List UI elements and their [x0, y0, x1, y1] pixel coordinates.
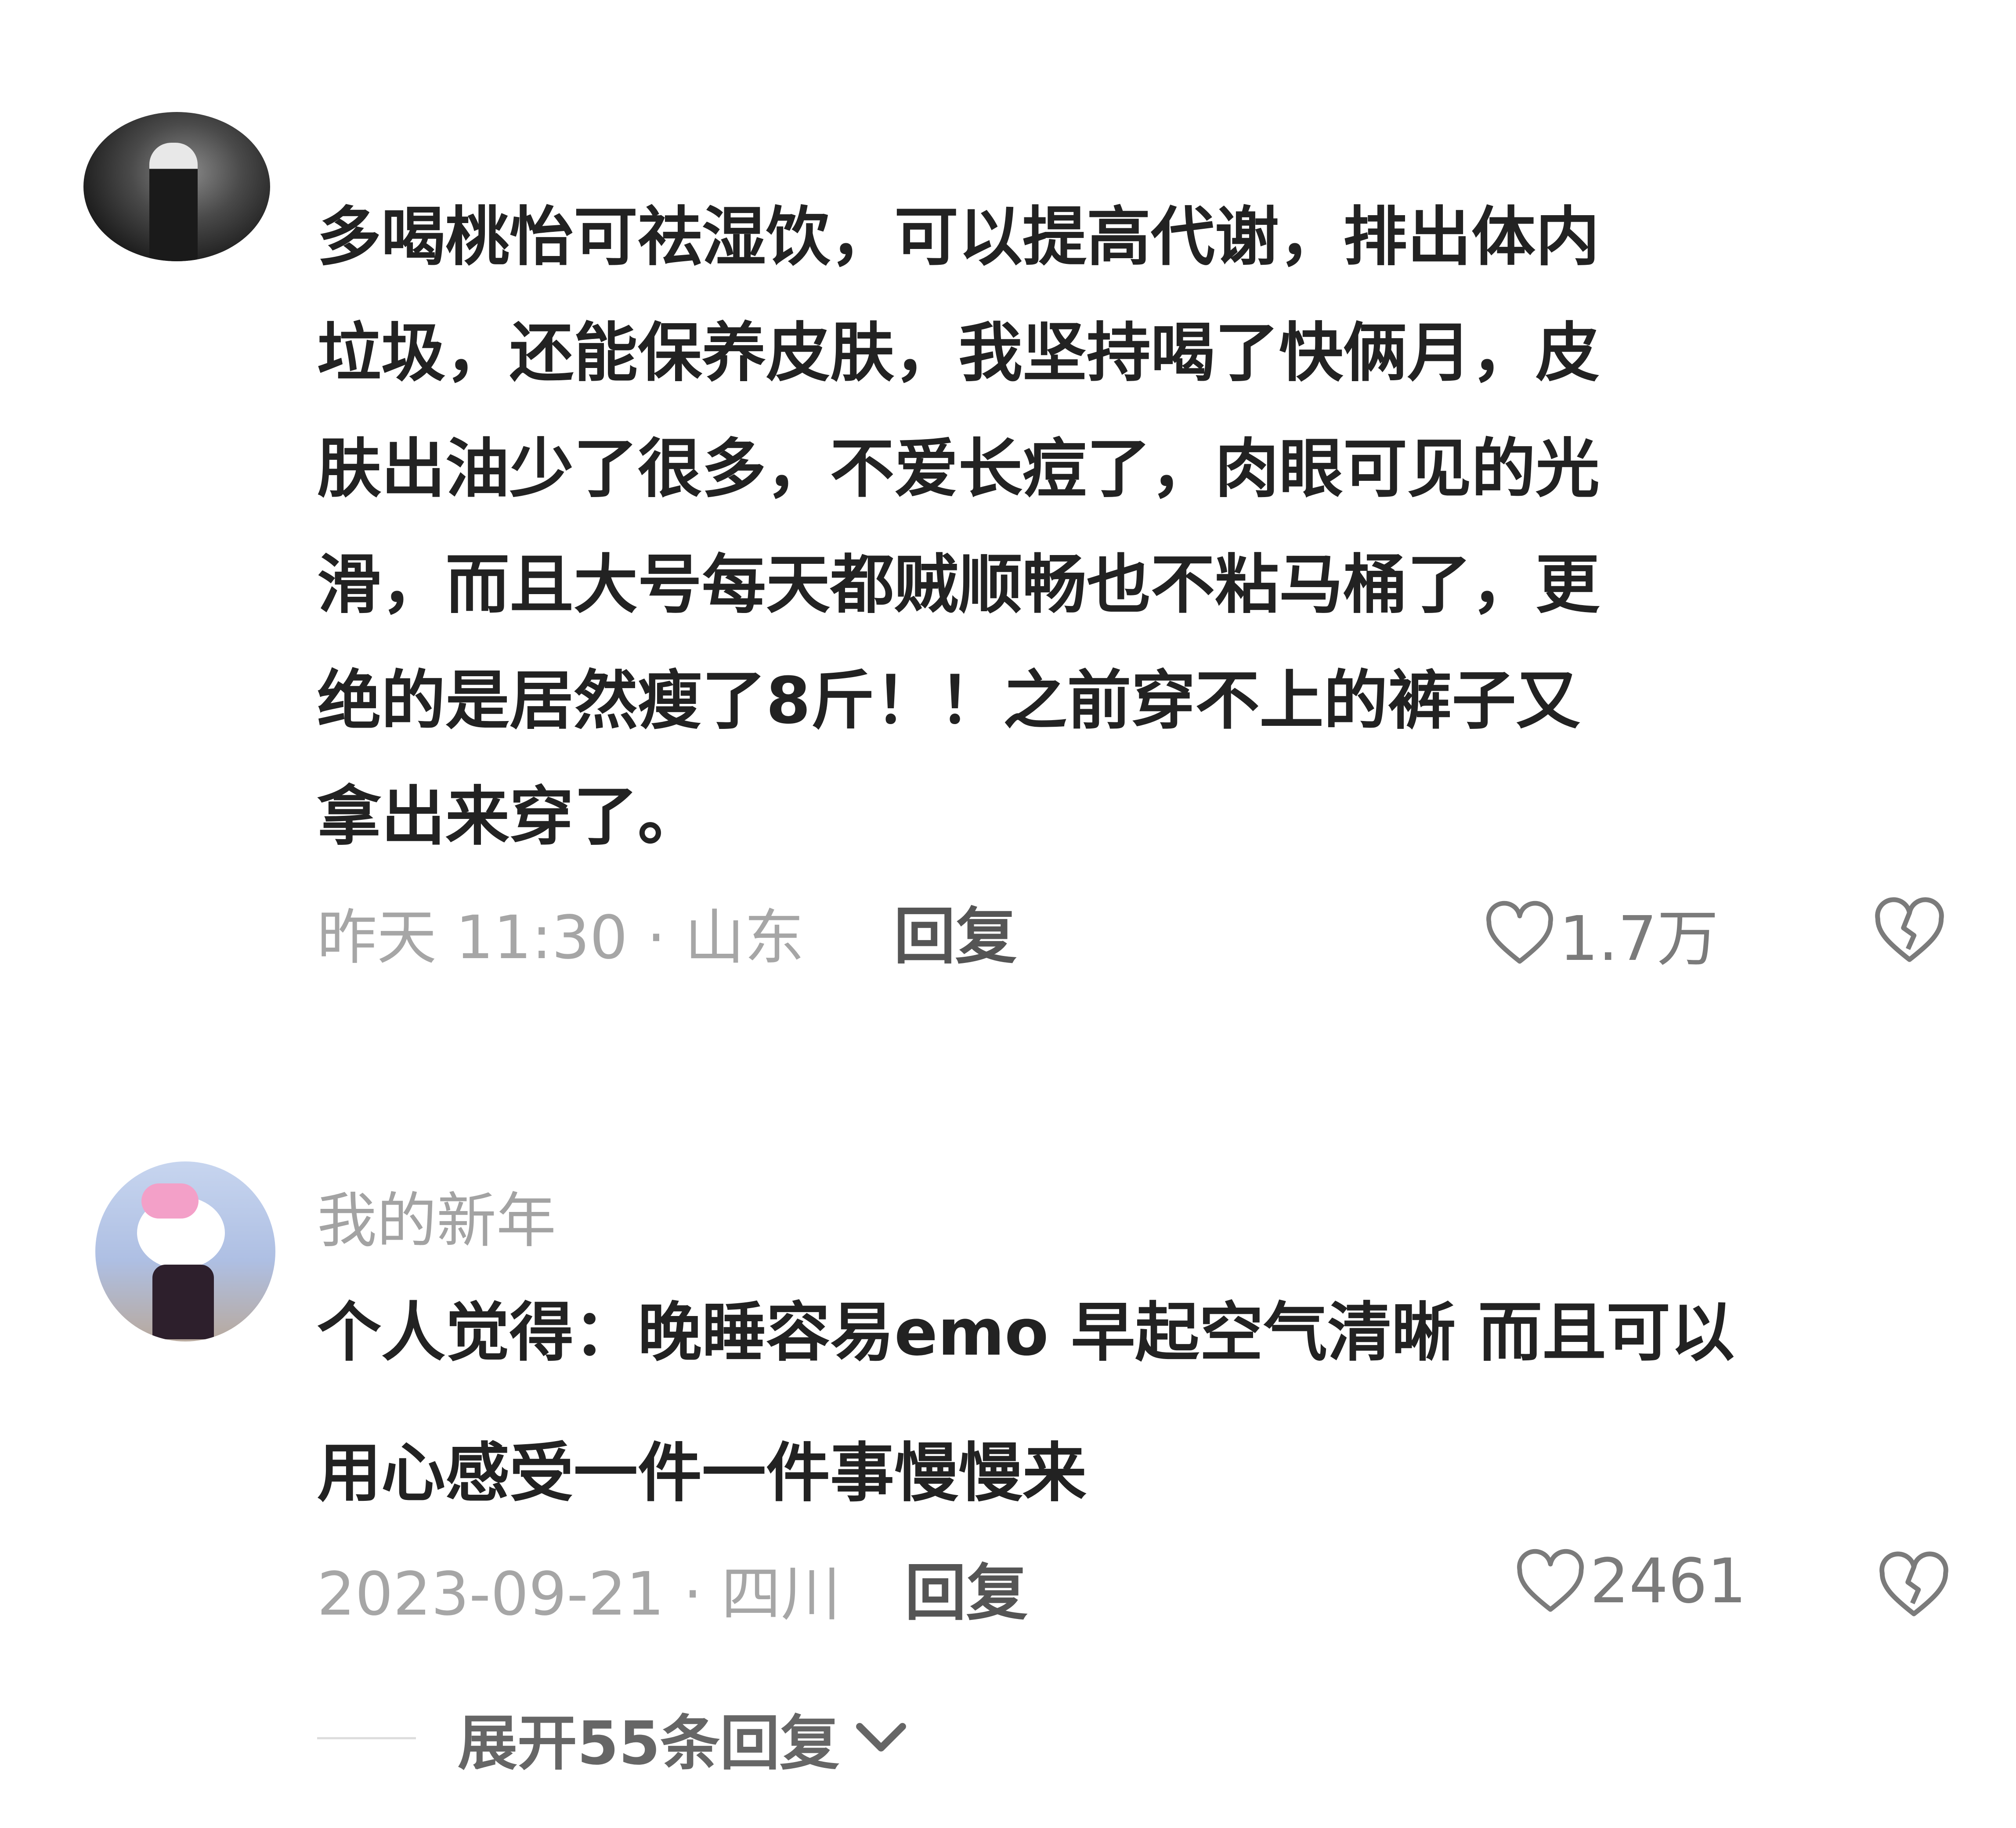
comment-text: 个人觉得：晚睡容易emo 早起空气清晰 而且可以 用心感受一件一件事慢慢来 — [317, 1295, 1735, 1511]
heart-outline-icon — [1486, 901, 1553, 964]
like-button[interactable]: 1.7万 — [1485, 889, 1719, 978]
avatar-body — [152, 1265, 214, 1339]
reply-button[interactable]: 回复 — [894, 887, 1017, 976]
like-count: 2461 — [1590, 1546, 1747, 1617]
like-count: 1.7万 — [1559, 903, 1719, 975]
like-button[interactable]: 2461 — [1515, 1546, 1746, 1617]
expand-replies-label: 展开55条回复 — [458, 1709, 840, 1778]
avatar-bow — [141, 1183, 199, 1219]
reply-button[interactable]: 回复 — [905, 1543, 1028, 1632]
comment-page: 多喝桃怡可祛湿饮，可以提高代谢，排出体内 垃圾，还能保养皮肤，我坚持喝了快俩月，… — [0, 0, 2016, 1828]
username[interactable]: 我的新年 — [317, 1172, 556, 1259]
comment-text: 多喝桃怡可祛湿饮，可以提高代谢，排出体内 垃圾，还能保养皮肤，我坚持喝了快俩月，… — [317, 200, 1600, 854]
comment-meta: 2023-09-21 · 四川 — [317, 1560, 841, 1629]
avatar[interactable] — [83, 112, 270, 261]
expand-replies-button[interactable]: 展开55条回复 — [317, 1695, 910, 1781]
chevron-down-icon — [856, 1723, 907, 1752]
avatar-figure — [149, 143, 198, 261]
comment-meta: 昨天 11:30 · 山东 — [317, 903, 804, 973]
broken-heart-icon[interactable] — [1878, 1550, 1950, 1620]
avatar[interactable] — [95, 1161, 275, 1341]
divider — [317, 1737, 416, 1739]
heart-outline-icon — [1517, 1549, 1584, 1612]
broken-heart-icon[interactable] — [1873, 896, 1946, 966]
